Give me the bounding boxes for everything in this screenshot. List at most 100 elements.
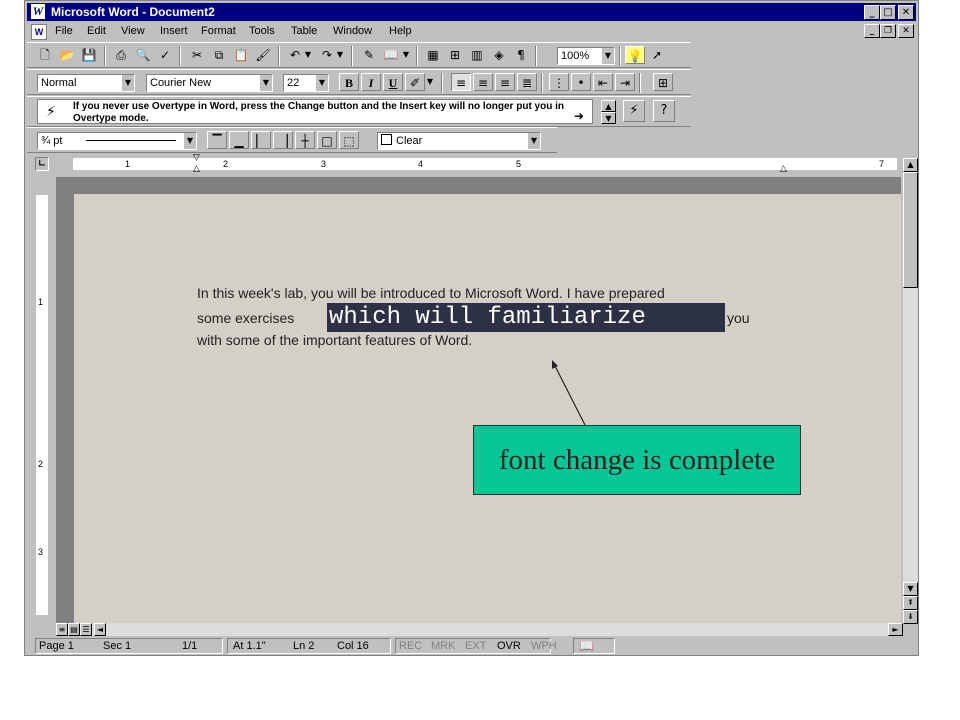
insert-excel-icon[interactable]: ⊞ — [445, 46, 465, 64]
tip-help-icon[interactable]: ? — [653, 100, 675, 122]
shading-select[interactable]: Clear ▼ — [377, 132, 541, 150]
save-icon[interactable]: 💾 — [79, 46, 99, 64]
status-ovr[interactable]: OVR — [497, 638, 521, 654]
autotext-icon[interactable]: ✎ — [359, 46, 379, 64]
columns-icon[interactable]: ▥ — [467, 46, 487, 64]
left-indent-marker[interactable]: △ — [193, 164, 200, 174]
document-icon[interactable]: W — [31, 24, 47, 40]
no-border-icon[interactable]: ⬚ — [339, 131, 359, 149]
status-ext[interactable]: EXT — [465, 638, 486, 654]
redo-icon[interactable]: ↷ — [317, 46, 337, 64]
undo-icon[interactable]: ↶ — [285, 46, 305, 64]
new-icon[interactable]: 🗋 — [35, 46, 55, 64]
menu-view[interactable]: View — [121, 25, 145, 37]
menu-table[interactable]: Table — [291, 25, 317, 37]
highlight-dropdown-icon[interactable]: ▼ — [425, 73, 435, 91]
justify-icon[interactable]: ≣ — [517, 73, 537, 91]
address-dropdown-icon[interactable]: ▼ — [401, 46, 411, 64]
top-border-icon[interactable]: ▔ — [207, 131, 227, 149]
tipwizard-icon[interactable]: 💡 — [625, 46, 645, 64]
decrease-indent-icon[interactable]: ⇤ — [593, 73, 613, 91]
help-pointer-icon[interactable]: ➚ — [647, 46, 667, 64]
menu-file[interactable]: File — [55, 25, 73, 37]
menu-format[interactable]: Format — [201, 25, 236, 37]
spelling-icon[interactable]: ✓ — [155, 46, 175, 64]
page-layout-view-icon[interactable]: ▤ — [68, 623, 80, 636]
bullets-icon[interactable]: • — [571, 73, 591, 91]
bottom-border-icon[interactable]: ▁ — [229, 131, 249, 149]
align-right-icon[interactable]: ≡ — [495, 73, 515, 91]
show-hide-icon[interactable]: ¶ — [511, 46, 531, 64]
minimize-icon[interactable]: _ — [864, 5, 880, 20]
chevron-down-icon[interactable]: ▼ — [527, 133, 540, 149]
chevron-down-icon[interactable]: ▼ — [259, 75, 272, 91]
style-select[interactable]: Normal ▼ — [37, 74, 135, 92]
tab-selector-icon[interactable]: ∟ — [35, 157, 49, 171]
outline-view-icon[interactable]: ☰ — [80, 623, 92, 636]
chevron-down-icon[interactable]: ▼ — [183, 133, 196, 149]
doc-restore-icon[interactable]: ❐ — [880, 24, 896, 38]
increase-indent-icon[interactable]: ⇥ — [615, 73, 635, 91]
numbering-icon[interactable]: ⋮ — [549, 73, 569, 91]
bold-button[interactable]: B — [339, 73, 359, 91]
paste-icon[interactable]: 📋 — [231, 46, 251, 64]
chevron-down-icon[interactable]: ▼ — [121, 75, 134, 91]
chevron-down-icon[interactable]: ▼ — [315, 75, 328, 91]
scroll-thumb[interactable] — [903, 172, 918, 288]
cut-icon[interactable]: ✂ — [187, 46, 207, 64]
insert-table-icon[interactable]: ▦ — [423, 46, 443, 64]
previous-page-icon[interactable]: ⇞ — [903, 596, 918, 610]
format-painter-icon[interactable]: 🖌 — [253, 46, 273, 64]
close-icon[interactable]: ✕ — [898, 5, 914, 20]
first-line-indent-marker[interactable]: ▽ — [193, 153, 200, 163]
maximize-icon[interactable]: □ — [880, 5, 896, 20]
highlight-icon[interactable]: ✐ — [405, 73, 425, 91]
menu-edit[interactable]: Edit — [87, 25, 106, 37]
vertical-scrollbar[interactable]: ▲ ▼ ⇞ ⇟ — [903, 158, 918, 624]
right-indent-marker[interactable]: △ — [780, 164, 787, 174]
scroll-right-icon[interactable]: ► — [888, 623, 903, 636]
underline-button[interactable]: U — [383, 73, 403, 91]
line-weight-select[interactable]: ¾ pt ▼ — [37, 132, 197, 150]
horizontal-scrollbar[interactable]: ≡ ▤ ☰ ◄ ► — [56, 623, 903, 636]
menu-insert[interactable]: Insert — [160, 25, 188, 37]
tip-down-icon[interactable]: ▼ — [601, 112, 616, 124]
outside-border-icon[interactable]: □ — [317, 131, 337, 149]
print-icon[interactable]: ⎙ — [111, 46, 131, 64]
tip-up-icon[interactable]: ▲ — [601, 100, 616, 112]
scroll-down-icon[interactable]: ▼ — [903, 582, 918, 596]
undo-dropdown-icon[interactable]: ▼ — [303, 46, 313, 64]
spelling-status-icon[interactable]: 📖 — [579, 638, 594, 654]
page[interactable] — [74, 194, 901, 624]
chevron-down-icon[interactable]: ▼ — [601, 48, 614, 64]
print-preview-icon[interactable]: 🔍 — [133, 46, 153, 64]
menu-help[interactable]: Help — [389, 25, 412, 37]
italic-button[interactable]: I — [361, 73, 381, 91]
open-icon[interactable]: 📂 — [57, 46, 77, 64]
menu-window[interactable]: Window — [333, 25, 372, 37]
insert-address-icon[interactable]: 📖 — [381, 46, 401, 64]
menu-tools[interactable]: Tools — [249, 25, 275, 37]
show-me-icon[interactable]: ⚡ — [623, 100, 645, 122]
normal-view-icon[interactable]: ≡ — [56, 623, 68, 636]
status-mrk[interactable]: MRK — [431, 638, 455, 654]
doc-close-icon[interactable]: ✕ — [898, 24, 914, 38]
borders-icon[interactable]: ⊞ — [653, 73, 673, 91]
copy-icon[interactable]: ⧉ — [209, 46, 229, 64]
doc-minimize-icon[interactable]: _ — [864, 24, 880, 38]
zoom-select[interactable]: 100% ▼ — [557, 47, 615, 65]
align-left-icon[interactable]: ≡ — [451, 73, 471, 91]
redo-dropdown-icon[interactable]: ▼ — [335, 46, 345, 64]
next-page-icon[interactable]: ⇟ — [903, 610, 918, 624]
scroll-left-icon[interactable]: ◄ — [94, 623, 106, 636]
status-rec[interactable]: REC — [399, 638, 422, 654]
scroll-up-icon[interactable]: ▲ — [903, 158, 918, 172]
font-size-select[interactable]: 22 ▼ — [283, 74, 329, 92]
status-wph[interactable]: WPH — [531, 638, 557, 654]
right-border-icon[interactable]: ▕ — [273, 131, 293, 149]
inside-border-icon[interactable]: ┼ — [295, 131, 315, 149]
drawing-icon[interactable]: ◈ — [489, 46, 509, 64]
left-border-icon[interactable]: ▏ — [251, 131, 271, 149]
font-select[interactable]: Courier New ▼ — [146, 74, 273, 92]
align-center-icon[interactable]: ≡ — [473, 73, 493, 91]
